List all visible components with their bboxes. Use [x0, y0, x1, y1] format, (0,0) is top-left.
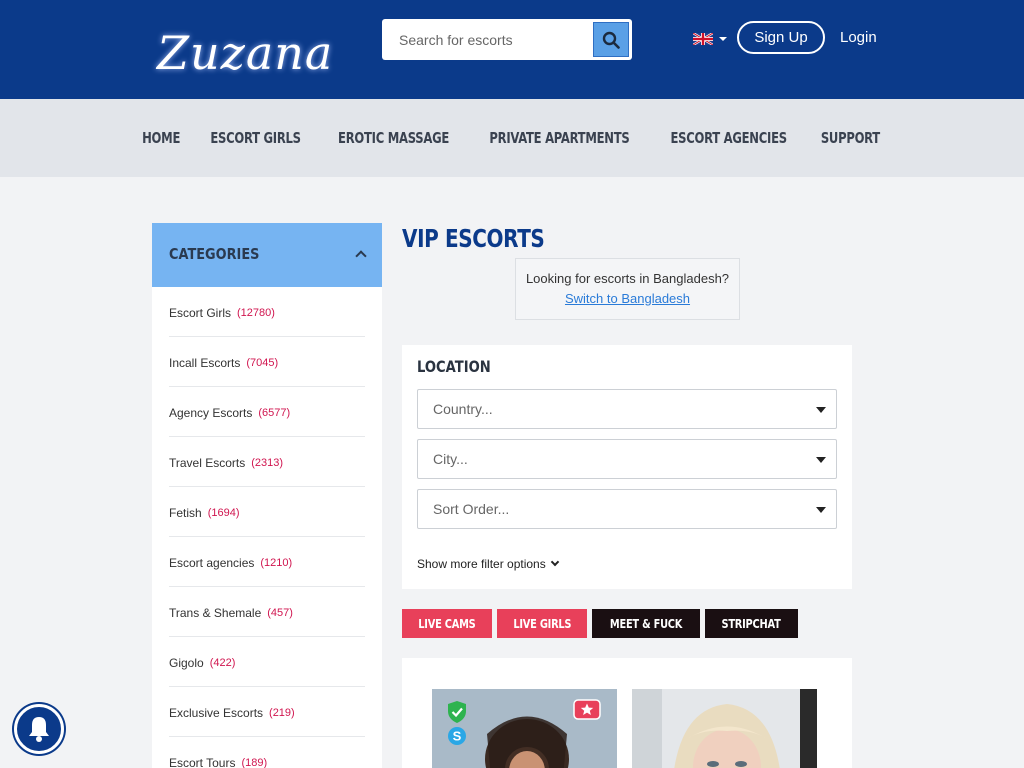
category-label: Fetish [169, 505, 202, 520]
category-count: (1210) [260, 556, 293, 569]
city-select-value: City... [433, 451, 468, 467]
search-input[interactable] [382, 19, 592, 60]
skype-icon: S [448, 727, 466, 745]
category-count: (422) [209, 656, 236, 669]
category-label: Gigolo [169, 655, 204, 670]
category-label: Escort Girls [169, 305, 232, 320]
signup-button[interactable]: Sign Up [737, 21, 825, 54]
category-item-travel-escorts[interactable]: Travel Escorts (2313) [169, 437, 365, 487]
login-link[interactable]: Login [840, 29, 877, 46]
escort-card[interactable]: S [432, 689, 617, 768]
show-more-filters-label: Show more filter options [417, 557, 546, 571]
nav-escort-girls[interactable]: ESCORT GIRLS [211, 129, 302, 147]
categories-list: Escort Girls (12780) Incall Escorts (7045)… [169, 287, 365, 768]
categories-header[interactable]: CATEGORIES [152, 223, 382, 287]
notice-text: Looking for escorts in Bangladesh? [525, 271, 730, 286]
category-count: (457) [267, 606, 293, 619]
chevron-down-icon [550, 557, 559, 567]
switch-country-link[interactable]: Switch to Bangladesh [565, 291, 690, 306]
nav-erotic-massage[interactable]: EROTIC MASSAGE [338, 129, 449, 147]
category-count: (219) [269, 706, 295, 719]
escort-listing-grid: S [402, 658, 852, 768]
profile-photo [632, 689, 817, 768]
search-button[interactable] [593, 22, 629, 57]
category-item-agency-escorts[interactable]: Agency Escorts (6577) [169, 387, 365, 437]
location-notice: Looking for escorts in Bangladesh? Switc… [515, 258, 740, 320]
dropdown-arrow-icon [816, 457, 826, 463]
show-more-filters-toggle[interactable]: Show more filter options [417, 557, 559, 571]
tag-label: MEET & FUCK [610, 616, 683, 631]
main-navigation: HOME ESCORT GIRLS EROTIC MASSAGE PRIVATE… [0, 99, 1024, 177]
categories-sidebar: CATEGORIES Escort Girls (12780) Incall Es… [152, 223, 382, 768]
nav-private-apartments[interactable]: PRIVATE APARTMENTS [489, 129, 629, 147]
category-item-gigolo[interactable]: Gigolo (422) [169, 637, 365, 687]
category-label: Escort agencies [169, 555, 255, 570]
categories-title: CATEGORIES [169, 245, 260, 263]
language-dropdown-caret-icon[interactable] [719, 37, 727, 41]
site-header: Zuzana Sign Up Login [0, 0, 1024, 99]
category-label: Incall Escorts [169, 355, 241, 370]
category-label: Trans & Shemale [169, 605, 262, 620]
category-item-escort-girls[interactable]: Escort Girls (12780) [169, 287, 365, 337]
category-label: Escort Tours [169, 755, 236, 768]
country-select-value: Country... [433, 401, 493, 417]
location-filter-panel: LOCATION Country... City... Sort Order..… [402, 345, 852, 589]
category-count: (7045) [246, 356, 279, 369]
category-label: Agency Escorts [169, 405, 253, 420]
category-item-exclusive-escorts[interactable]: Exclusive Escorts (219) [169, 687, 365, 737]
city-select[interactable]: City... [417, 439, 837, 479]
tag-label: LIVE GIRLS [513, 616, 572, 631]
bell-icon [29, 717, 49, 742]
dropdown-arrow-icon [816, 507, 826, 513]
tag-label: LIVE CAMS [418, 616, 476, 631]
live-cams-tag[interactable]: LIVE CAMS [402, 609, 492, 638]
svg-text:S: S [453, 729, 462, 744]
meet-and-fuck-tag[interactable]: MEET & FUCK [592, 609, 701, 638]
promo-tags: LIVE CAMS LIVE GIRLS MEET & FUCK STRIPCH… [402, 609, 798, 638]
escort-card[interactable] [632, 689, 817, 768]
category-item-escort-tours[interactable]: Escort Tours (189) [169, 737, 365, 768]
nav-support[interactable]: SUPPORT [821, 129, 880, 147]
category-count: (6577) [258, 406, 291, 419]
category-count: (1694) [207, 506, 240, 519]
sort-order-select[interactable]: Sort Order... [417, 489, 837, 529]
category-item-escort-agencies[interactable]: Escort agencies (1210) [169, 537, 365, 587]
nav-home[interactable]: HOME [142, 129, 180, 147]
category-label: Travel Escorts [169, 455, 246, 470]
chevron-up-icon[interactable] [355, 250, 367, 262]
category-count: (189) [241, 756, 268, 768]
search-icon [602, 31, 620, 49]
country-select[interactable]: Country... [417, 389, 837, 429]
category-count: (2313) [251, 456, 284, 469]
site-logo[interactable]: Zuzana [157, 26, 333, 80]
uk-flag-icon[interactable] [693, 33, 713, 45]
live-girls-tag[interactable]: LIVE GIRLS [496, 609, 588, 638]
category-item-incall-escorts[interactable]: Incall Escorts (7045) [169, 337, 365, 387]
category-count: (12780) [237, 306, 275, 319]
sort-order-select-value: Sort Order... [433, 501, 510, 517]
verified-shield-icon [448, 701, 466, 723]
tag-label: STRIPCHAT [721, 616, 782, 631]
dropdown-arrow-icon [816, 407, 826, 413]
location-title: LOCATION [417, 357, 491, 376]
category-label: Exclusive Escorts [169, 705, 264, 720]
notification-bell-button[interactable] [14, 704, 64, 754]
search-box [382, 19, 632, 60]
page-title: VIP ESCORTS [402, 224, 545, 253]
category-item-fetish[interactable]: Fetish (1694) [169, 487, 365, 537]
vip-star-badge-icon [573, 699, 601, 720]
stripchat-tag[interactable]: STRIPCHAT [705, 609, 798, 638]
nav-escort-agencies[interactable]: ESCORT AGENCIES [670, 129, 787, 147]
category-item-trans-shemale[interactable]: Trans & Shemale (457) [169, 587, 365, 637]
